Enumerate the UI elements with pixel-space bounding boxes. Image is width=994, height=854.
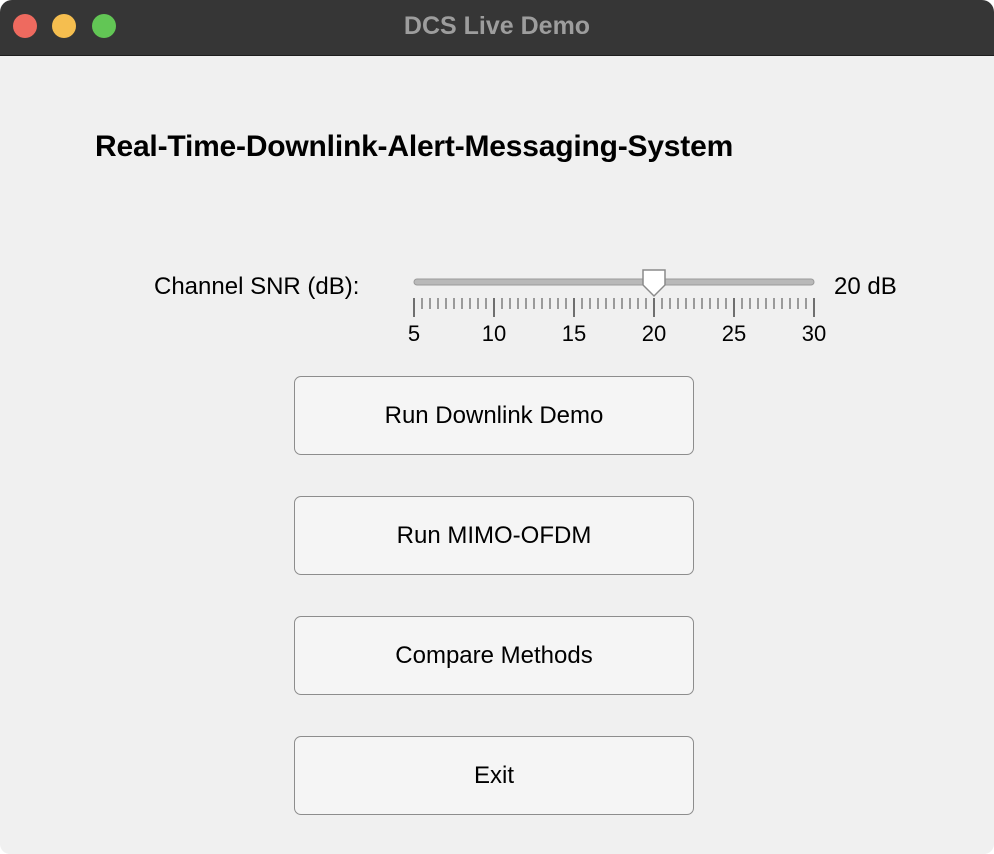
run-mimo-ofdm-button[interactable]: Run MIMO-OFDM [294,496,694,575]
snr-value-readout: 20 dB [834,273,897,300]
slider-ticks [413,298,815,317]
slider-tick-label: 5 [408,321,420,346]
slider-thumb[interactable] [642,269,666,298]
page-title: Real-Time-Downlink-Alert-Messaging-Syste… [95,130,734,163]
window-title: DCS Live Demo [403,12,591,40]
slider-tick-labels: 5 10 15 20 25 30 [408,321,826,346]
snr-label: Channel SNR (dB): [154,273,360,300]
snr-slider[interactable]: 5 10 15 20 25 30 [400,265,830,350]
compare-methods-button[interactable]: Compare Methods [294,616,694,695]
slider-tick-label: 15 [562,321,586,346]
slider-tick-label: 20 [642,321,666,346]
exit-button[interactable]: Exit [294,736,694,815]
slider-tick-label: 30 [802,321,826,346]
slider-tick-label: 10 [482,321,506,346]
slider-track[interactable] [413,278,815,286]
slider-tick-label: 25 [722,321,746,346]
title-bar[interactable]: DCS Live Demo [0,0,994,56]
run-downlink-demo-button[interactable]: Run Downlink Demo [294,376,694,455]
app-window: DCS Live Demo Real-Time-Downlink-Alert-M… [0,0,994,854]
